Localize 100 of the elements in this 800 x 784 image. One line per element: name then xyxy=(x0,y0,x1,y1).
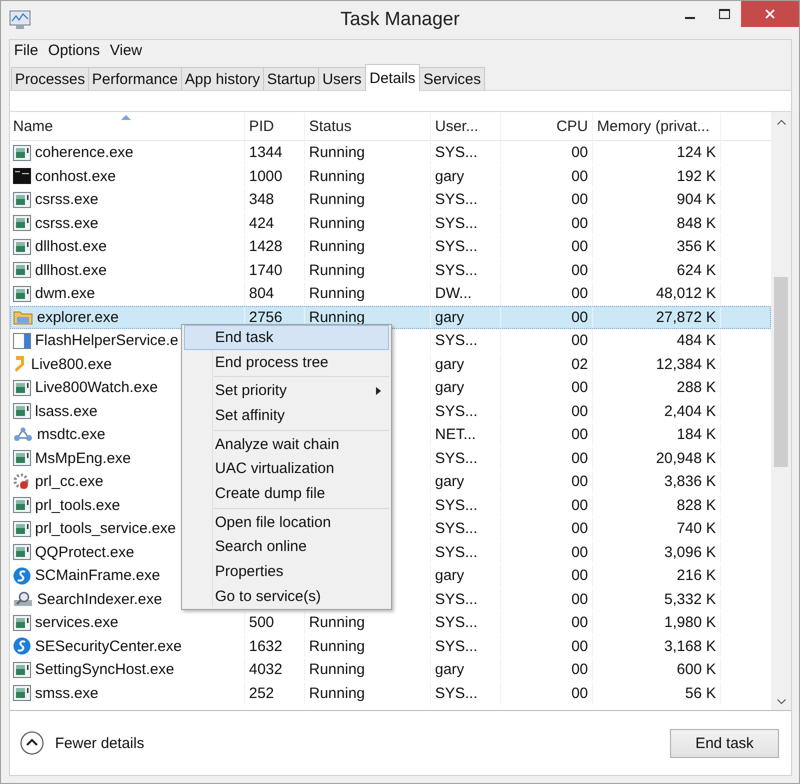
tab[interactable]: Users xyxy=(318,67,366,90)
header-label: CPU xyxy=(556,118,588,135)
memory-value: 848 K xyxy=(676,214,716,232)
memory-value: 5,332 K xyxy=(664,590,716,608)
scroll-thumb[interactable] xyxy=(774,277,788,467)
cpu-value: 00 xyxy=(571,661,588,678)
menu-item[interactable]: View xyxy=(108,42,144,59)
tab[interactable]: App history xyxy=(180,67,264,90)
user-value: SYS... xyxy=(435,262,478,279)
context-menu-item[interactable]: UAC virtualization xyxy=(184,456,389,482)
column-header[interactable]: Memory (privat... xyxy=(593,113,721,140)
tab[interactable]: Services xyxy=(419,67,485,90)
pid-value: 1632 xyxy=(249,638,282,655)
user-value: SYS... xyxy=(435,638,478,655)
context-menu-item[interactable]: Set priority xyxy=(184,378,389,404)
status-value: Running xyxy=(309,638,365,655)
status-value: Running xyxy=(309,684,365,702)
column-header[interactable]: Name xyxy=(11,113,245,140)
user-value: SYS... xyxy=(435,214,478,232)
tab[interactable]: Performance xyxy=(88,67,182,90)
process-row[interactable]: explorer.exe 2756 Running gary 00 27,872 K xyxy=(10,306,771,329)
application-icon xyxy=(13,450,31,466)
user-value: gary xyxy=(435,379,464,396)
maximize-icon xyxy=(718,9,730,19)
process-row[interactable]: dllhost.exe 1740 Running SYS... 00 624 K xyxy=(10,258,771,282)
context-menu-item[interactable]: Search online xyxy=(184,534,389,560)
menu-item[interactable]: File xyxy=(13,42,40,59)
pid-value: 4032 xyxy=(249,661,282,678)
context-menu-item[interactable]: Properties xyxy=(184,559,389,584)
process-name: msdtc.exe xyxy=(37,426,106,444)
process-row[interactable]: SESecurityCenter.exe 1632 Running SYS... 00 3,168 K xyxy=(10,634,771,658)
memory-value: 740 K xyxy=(676,520,716,538)
user-value: SYS... xyxy=(435,614,478,632)
fewer-details-link[interactable]: Fewer details xyxy=(20,731,144,755)
application-icon xyxy=(13,286,31,302)
vertical-scrollbar[interactable] xyxy=(771,112,791,710)
close-icon xyxy=(765,9,775,19)
column-header[interactable]: CPU xyxy=(501,113,593,140)
user-value: SYS... xyxy=(435,238,478,256)
context-menu-item[interactable]: Create dump file xyxy=(184,481,389,506)
memory-value: 624 K xyxy=(676,262,716,279)
network-icon xyxy=(13,426,33,443)
cpu-value: 00 xyxy=(571,238,588,256)
pid-value: 1428 xyxy=(249,238,282,256)
cpu-value: 00 xyxy=(571,262,588,279)
cpu-value: 00 xyxy=(571,426,588,444)
context-menu-item[interactable]: Go to service(s) xyxy=(184,584,389,609)
process-name: QQProtect.exe xyxy=(35,544,134,561)
memory-value: 216 K xyxy=(676,567,716,584)
tab[interactable]: Processes xyxy=(11,67,90,90)
process-row[interactable]: coherence.exe 1344 Running SYS... 00 124 K xyxy=(10,141,771,164)
scroll-down-icon xyxy=(776,699,786,704)
column-header[interactable]: User... xyxy=(431,113,501,140)
application-icon xyxy=(13,662,31,678)
folder-icon xyxy=(13,309,33,326)
memory-value: 124 K xyxy=(676,144,716,162)
application-icon xyxy=(13,238,31,255)
memory-value: 3,168 K xyxy=(664,638,716,655)
process-row[interactable]: dllhost.exe 1428 Running SYS... 00 356 K xyxy=(10,235,771,258)
process-row[interactable]: csrss.exe 424 Running SYS... 00 848 K xyxy=(10,212,771,235)
user-value: gary xyxy=(435,308,464,326)
application-icon xyxy=(13,520,31,537)
context-menu-item[interactable]: End process tree xyxy=(184,350,389,374)
cpu-value: 00 xyxy=(571,379,588,396)
cpu-value: 00 xyxy=(571,590,588,608)
window-icon xyxy=(13,332,31,349)
memory-value: 288 K xyxy=(676,379,716,396)
memory-value: 3,096 K xyxy=(664,544,716,561)
process-name: MsMpEng.exe xyxy=(35,450,131,467)
column-header[interactable]: Status xyxy=(305,113,431,140)
process-name: coherence.exe xyxy=(35,144,134,162)
pid-value: 804 xyxy=(249,285,274,302)
process-row[interactable]: SettingSyncHost.exe 4032 Running gary 00 600 K xyxy=(10,658,771,682)
process-name: conhost.exe xyxy=(35,168,116,185)
application-icon xyxy=(13,380,31,396)
tab[interactable]: Startup xyxy=(262,67,320,90)
header-label: Memory (privat... xyxy=(597,118,710,135)
process-row[interactable]: smss.exe 252 Running SYS... 00 56 K xyxy=(10,682,771,705)
cpu-value: 00 xyxy=(571,402,588,420)
memory-value: 48,012 K xyxy=(656,285,716,302)
process-row[interactable]: conhost.exe 1000 Running gary 00 192 K xyxy=(10,164,771,188)
process-row[interactable]: csrss.exe 348 Running SYS... 00 904 K xyxy=(10,188,771,212)
pid-value: 424 xyxy=(249,214,274,232)
menu-item[interactable]: Options xyxy=(47,42,101,59)
column-header[interactable]: PID xyxy=(245,113,305,140)
tab[interactable]: Details xyxy=(364,64,420,91)
end-task-button[interactable]: End task xyxy=(670,728,779,758)
memory-value: 1,980 K xyxy=(664,614,716,632)
user-value: gary xyxy=(435,356,464,373)
context-menu-item[interactable]: Analyze wait chain xyxy=(184,432,389,456)
context-menu-item[interactable]: Set affinity xyxy=(184,403,389,428)
cpu-value: 00 xyxy=(571,473,588,490)
pid-value: 1740 xyxy=(249,262,282,279)
close-button[interactable] xyxy=(741,1,799,27)
application-icon xyxy=(13,144,31,161)
process-row[interactable]: services.exe 500 Running SYS... 00 1,980 K xyxy=(10,611,771,634)
process-row[interactable]: dwm.exe 804 Running DW... 00 48,012 K xyxy=(10,282,771,306)
pid-value: 252 xyxy=(249,684,274,702)
context-menu-item[interactable]: End task xyxy=(184,325,389,350)
context-menu-item[interactable]: Open file location xyxy=(184,510,389,534)
